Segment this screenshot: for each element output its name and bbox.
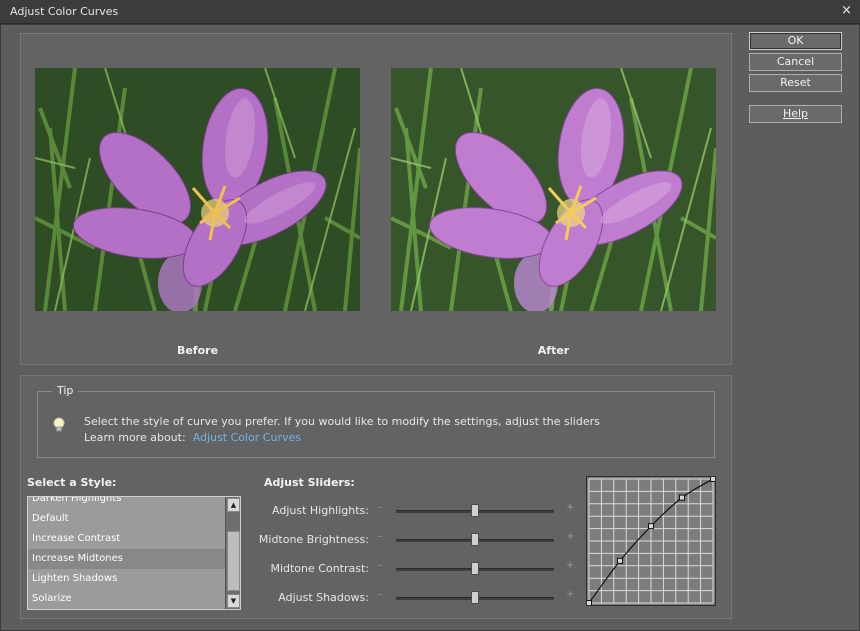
help-button[interactable]: Help: [749, 105, 842, 123]
ok-button-label: OK: [787, 34, 804, 47]
ok-button[interactable]: OK: [749, 32, 842, 50]
style-item-darken-highlights[interactable]: Darken Highlights: [28, 497, 226, 509]
slider-label: Adjust Shadows:: [278, 591, 369, 604]
slider-thumb[interactable]: [471, 591, 479, 604]
scroll-up-arrow-icon[interactable]: ▲: [227, 498, 240, 512]
curve-point-handle[interactable]: [710, 476, 716, 482]
curve-point-handle[interactable]: [586, 600, 592, 606]
style-list-scrollbar[interactable]: ▲ ▼: [225, 497, 240, 609]
adjust-sliders-label: Adjust Sliders:: [264, 476, 355, 489]
style-item-solarize[interactable]: Solarize: [28, 589, 226, 609]
cancel-button[interactable]: Cancel: [749, 53, 842, 71]
preview-panel: Before After: [20, 33, 732, 365]
style-item-increase-midtones[interactable]: Increase Midtones: [28, 549, 226, 569]
reset-button-label: Reset: [780, 76, 811, 89]
style-item-default[interactable]: Default: [28, 509, 226, 529]
style-item-increase-contrast[interactable]: Increase Contrast: [28, 529, 226, 549]
slider-adjust-highlights: Adjust Highlights: – +: [251, 501, 581, 521]
style-item-lighten-shadows[interactable]: Lighten Shadows: [28, 569, 226, 589]
window-title: Adjust Color Curves: [10, 5, 119, 18]
slider-thumb[interactable]: [471, 533, 479, 546]
help-button-label: Help: [782, 107, 809, 120]
curve-graph[interactable]: [586, 476, 716, 606]
after-image: [391, 68, 716, 311]
lightbulb-icon: [53, 417, 65, 432]
tip-box: Tip Select the style of curve you prefer…: [37, 384, 715, 458]
slider-thumb[interactable]: [471, 562, 479, 575]
plus-icon: +: [566, 560, 575, 571]
cancel-button-label: Cancel: [776, 55, 815, 68]
after-label: After: [537, 344, 570, 357]
minus-icon: –: [378, 560, 383, 571]
tip-text: Select the style of curve you prefer. If…: [84, 414, 600, 446]
slider-label: Adjust Highlights:: [272, 504, 369, 517]
minus-icon: –: [378, 502, 383, 513]
curve-point-handle[interactable]: [648, 523, 654, 530]
scroll-down-arrow-icon[interactable]: ▼: [227, 594, 240, 608]
minus-icon: –: [378, 589, 383, 600]
plus-icon: +: [566, 502, 575, 513]
slider-thumb[interactable]: [471, 504, 479, 517]
tip-legend: Tip: [52, 384, 79, 397]
adjust-color-curves-link[interactable]: Adjust Color Curves: [193, 431, 301, 444]
slider-adjust-shadows: Adjust Shadows: – +: [251, 588, 581, 608]
slider-label: Midtone Contrast:: [270, 562, 369, 575]
curve-point-handle[interactable]: [679, 494, 685, 501]
curve-graph-svg: [586, 476, 716, 606]
scroll-thumb[interactable]: [227, 531, 240, 591]
plus-icon: +: [566, 531, 575, 542]
tip-line-2: Learn more about: Adjust Color Curves: [84, 430, 600, 446]
select-style-label: Select a Style:: [27, 476, 117, 489]
title-bar: Adjust Color Curves ×: [0, 0, 860, 24]
after-flower-image: [391, 68, 716, 311]
slider-midtone-contrast: Midtone Contrast: – +: [251, 559, 581, 579]
plus-icon: +: [566, 589, 575, 600]
dialog-body: OK Cancel Reset Help Before After Tip Se…: [0, 24, 860, 631]
close-icon[interactable]: ×: [841, 3, 852, 18]
minus-icon: –: [378, 531, 383, 542]
style-list[interactable]: Darken Highlights Default Increase Contr…: [27, 496, 241, 610]
tip-line-1: Select the style of curve you prefer. If…: [84, 415, 600, 428]
curve-point-handle[interactable]: [617, 557, 623, 564]
before-label: Before: [176, 344, 219, 357]
controls-panel: Tip Select the style of curve you prefer…: [20, 375, 732, 619]
before-image: [35, 68, 360, 311]
reset-button[interactable]: Reset: [749, 74, 842, 92]
tip-learn-more: Learn more about:: [84, 431, 186, 444]
slider-label: Midtone Brightness:: [258, 533, 369, 546]
slider-midtone-brightness: Midtone Brightness: – +: [251, 530, 581, 550]
before-flower-image: [35, 68, 360, 311]
